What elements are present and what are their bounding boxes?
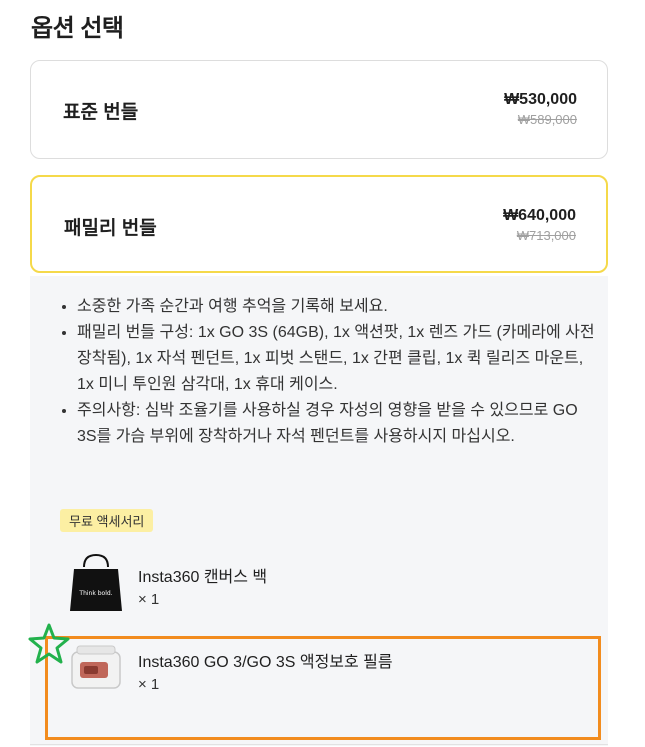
option-name: 표준 번들 <box>63 102 139 123</box>
option-card-family-bundle[interactable]: 패밀리 번들 ₩640,000 ₩713,000 <box>30 175 608 273</box>
accessory-quantity: × 1 <box>138 591 160 608</box>
current-price: ₩530,000 <box>504 91 577 108</box>
option-card-standard-bundle[interactable]: 표준 번들 ₩530,000 ₩589,000 <box>30 60 608 159</box>
current-price: ₩640,000 <box>503 207 576 224</box>
original-price: ₩589,000 <box>517 112 577 127</box>
star-icon <box>28 623 70 664</box>
section-title: 옵션 선택 <box>31 15 124 42</box>
list-item: 주의사항: 심박 조율기를 사용하실 경우 자성의 영향을 받을 수 있으므로 … <box>77 398 597 450</box>
list-item: 패밀리 번들 구성: 1x GO 3S (64GB), 1x 액션팟, 1x 렌… <box>77 320 597 398</box>
list-item: 소중한 가족 순간과 여행 추억을 기록해 보세요. <box>77 294 597 320</box>
option-name: 패밀리 번들 <box>64 218 157 239</box>
bag-print-text: Think bold. <box>78 590 112 597</box>
highlight-box <box>45 636 601 740</box>
price-box: ₩530,000 ₩589,000 <box>504 91 577 127</box>
bundle-description-list: 소중한 가족 순간과 여행 추억을 기록해 보세요. 패밀리 번들 구성: 1x… <box>60 294 597 450</box>
price-box: ₩640,000 ₩713,000 <box>503 207 576 243</box>
free-accessory-badge: 무료 액세서리 <box>60 509 154 532</box>
accessory-name: Insta360 캔버스 백 <box>138 569 268 586</box>
divider <box>30 744 608 745</box>
canvas-bag-image: Think bold. <box>70 553 122 611</box>
original-price: ₩713,000 <box>516 228 576 243</box>
accessory-item-canvas-bag: Think bold. Insta360 캔버스 백 × 1 <box>68 553 598 623</box>
